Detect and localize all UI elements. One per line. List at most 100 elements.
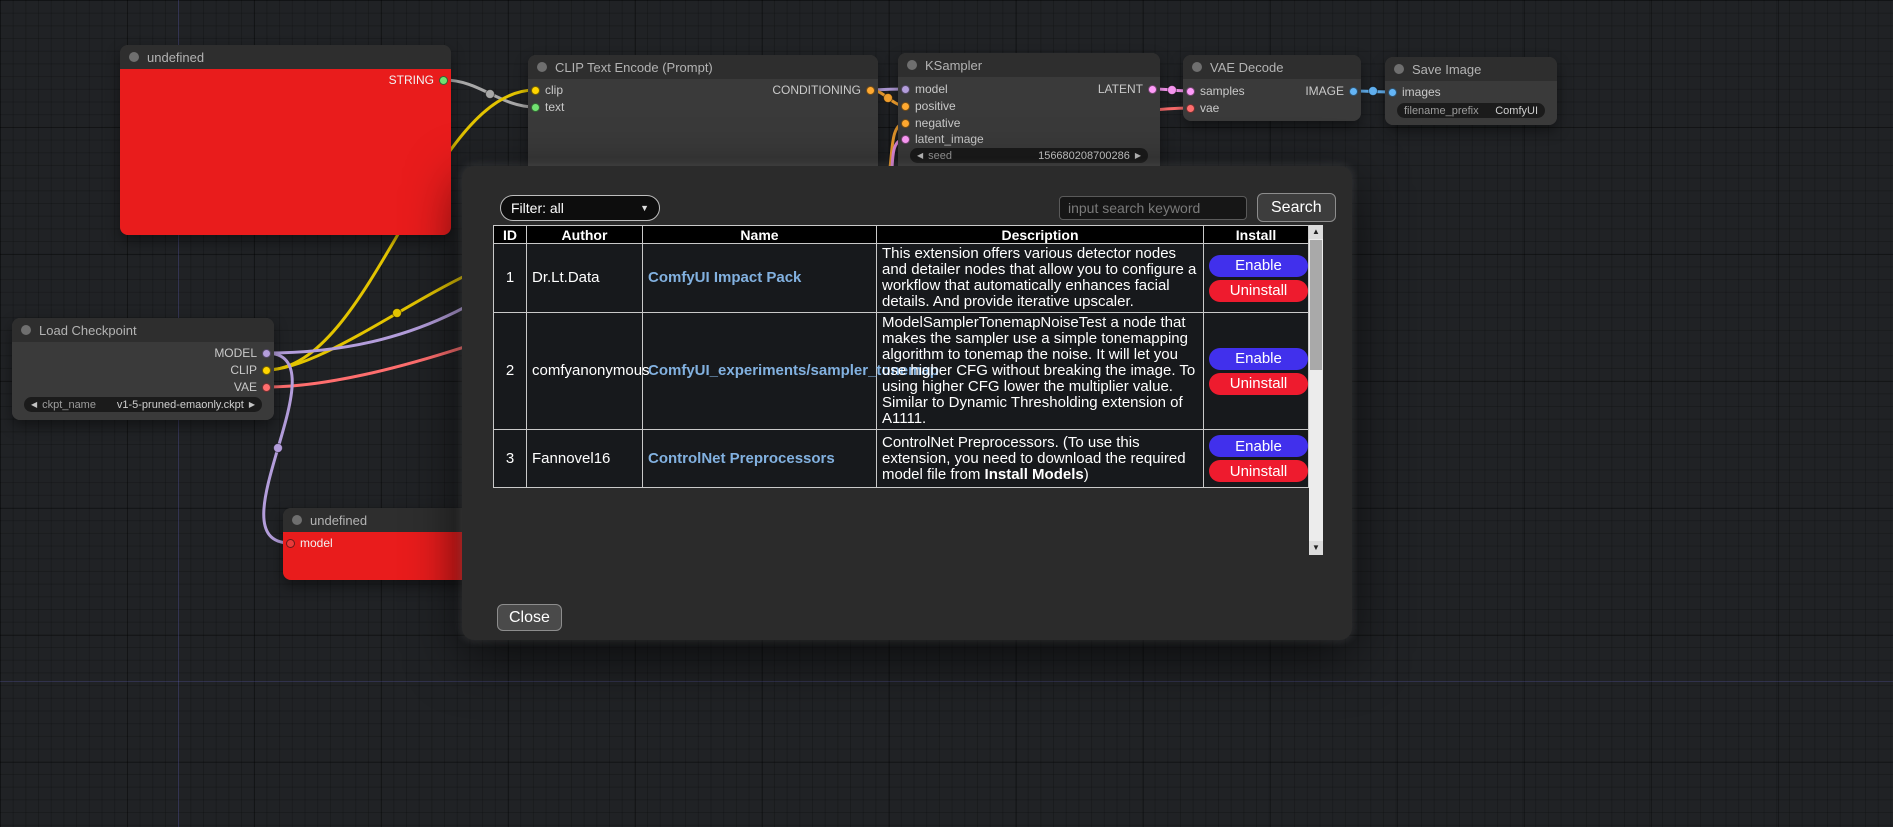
output-slot-conditioning[interactable]: CONDITIONING — [772, 82, 875, 98]
latent-image-slot-dot[interactable] — [901, 135, 910, 144]
increment-icon[interactable]: ▶ — [1135, 151, 1141, 160]
node-header[interactable]: CLIP Text Encode (Prompt) — [528, 55, 878, 79]
clip-slot-dot[interactable] — [262, 366, 271, 375]
input-slot-samples[interactable]: samples — [1186, 83, 1245, 99]
description-text: ) — [1084, 466, 1089, 483]
slot-label: vae — [1200, 101, 1219, 115]
previous-icon[interactable]: ◀ — [31, 400, 37, 409]
node-save-image[interactable]: Save Image images filename_prefix ComfyU… — [1385, 57, 1557, 125]
node-header[interactable]: Save Image — [1385, 57, 1557, 81]
input-slot-text[interactable]: text — [531, 99, 564, 115]
image-slot-dot[interactable] — [1349, 87, 1358, 96]
node-title: CLIP Text Encode (Prompt) — [555, 60, 713, 75]
filter-selected-value: Filter: all — [511, 200, 564, 216]
scroll-up-icon[interactable]: ▲ — [1309, 225, 1323, 239]
node-load-checkpoint[interactable]: Load Checkpoint MODEL CLIP VAE ◀ ckpt_na… — [12, 318, 274, 420]
enable-button[interactable]: Enable — [1209, 255, 1308, 277]
node-ksampler[interactable]: KSampler model positive negative latent_… — [898, 53, 1160, 173]
scroll-down-icon[interactable]: ▼ — [1309, 541, 1323, 555]
vae-slot-dot[interactable] — [1186, 104, 1195, 113]
conditioning-slot-dot[interactable] — [866, 86, 875, 95]
cell-description: This extension offers various detector n… — [877, 244, 1204, 313]
collapse-dot[interactable] — [537, 62, 547, 72]
widget-value[interactable]: v1-5-pruned-emaonly.ckpt — [117, 399, 244, 411]
enable-button[interactable]: Enable — [1209, 348, 1308, 370]
uninstall-button[interactable]: Uninstall — [1209, 373, 1308, 395]
slot-label: negative — [915, 116, 960, 130]
input-slot-positive[interactable]: positive — [901, 98, 956, 114]
decrement-icon[interactable]: ◀ — [917, 151, 923, 160]
uninstall-button[interactable]: Uninstall — [1209, 460, 1308, 482]
chevron-down-icon: ▼ — [640, 203, 649, 213]
positive-slot-dot[interactable] — [901, 102, 910, 111]
header-id: ID — [494, 226, 527, 244]
comfyui-app: { "icons": { "caret_down": "▼", "arrow_l… — [0, 0, 1893, 827]
node-vae-decode[interactable]: VAE Decode samples vae IMAGE — [1183, 55, 1361, 121]
widget-value[interactable]: ComfyUI — [1495, 105, 1538, 117]
output-slot-clip[interactable]: CLIP — [230, 362, 271, 378]
ckpt-name-widget[interactable]: ◀ ckpt_name v1-5-pruned-emaonly.ckpt ▶ — [24, 397, 262, 412]
collapse-dot[interactable] — [1394, 64, 1404, 74]
clip-slot-dot[interactable] — [531, 86, 540, 95]
output-slot-image[interactable]: IMAGE — [1305, 83, 1358, 99]
output-slot-string[interactable]: STRING — [389, 72, 448, 88]
filename-prefix-widget[interactable]: filename_prefix ComfyUI — [1397, 103, 1545, 118]
collapse-dot[interactable] — [1192, 62, 1202, 72]
negative-slot-dot[interactable] — [901, 119, 910, 128]
slot-label: CLIP — [230, 363, 257, 377]
collapse-dot[interactable] — [129, 52, 139, 62]
next-icon[interactable]: ▶ — [249, 400, 255, 409]
search-input[interactable] — [1059, 196, 1247, 220]
node-title: undefined — [147, 50, 204, 65]
node-header[interactable]: VAE Decode — [1183, 55, 1361, 79]
enable-button[interactable]: Enable — [1209, 435, 1308, 457]
widget-value[interactable]: 156680208700286 — [1038, 150, 1130, 162]
string-slot-dot[interactable] — [439, 76, 448, 85]
input-slot-model[interactable]: model — [286, 535, 333, 551]
search-button[interactable]: Search — [1257, 193, 1336, 222]
input-slot-model[interactable]: model — [901, 81, 948, 97]
images-slot-dot[interactable] — [1388, 88, 1397, 97]
header-install: Install — [1204, 226, 1309, 244]
output-slot-model[interactable]: MODEL — [214, 345, 271, 361]
node-header[interactable]: undefined — [120, 45, 451, 69]
collapse-dot[interactable] — [21, 325, 31, 335]
output-slot-latent[interactable]: LATENT — [1098, 81, 1157, 97]
collapse-dot[interactable] — [907, 60, 917, 70]
scrollbar-thumb[interactable] — [1310, 240, 1322, 370]
node-header[interactable]: KSampler — [898, 53, 1160, 77]
extensions-table-container: ID Author Name Description Install 1 Dr.… — [493, 225, 1322, 555]
table-scrollbar[interactable]: ▲ ▼ — [1309, 225, 1323, 555]
text-slot-dot[interactable] — [531, 103, 540, 112]
cell-author: comfyanonymous — [527, 313, 643, 430]
node-header[interactable]: Load Checkpoint — [12, 318, 274, 342]
widget-label: seed — [928, 150, 952, 162]
input-slot-vae[interactable]: vae — [1186, 100, 1219, 116]
collapse-dot[interactable] — [292, 515, 302, 525]
seed-widget[interactable]: ◀ seed 156680208700286 ▶ — [910, 148, 1148, 163]
model-slot-dot[interactable] — [262, 349, 271, 358]
input-slot-images[interactable]: images — [1388, 84, 1441, 100]
slot-label: positive — [915, 99, 956, 113]
extension-link[interactable]: ComfyUI Impact Pack — [648, 269, 801, 286]
custom-nodes-manager-dialog: Filter: all ▼ Search ID Author Name Desc… — [462, 166, 1352, 640]
input-slot-clip[interactable]: clip — [531, 82, 563, 98]
node-undefined-top[interactable]: undefined STRING — [120, 45, 451, 235]
input-slot-latent-image[interactable]: latent_image — [901, 131, 984, 147]
samples-slot-dot[interactable] — [1186, 87, 1195, 96]
widget-label: filename_prefix — [1404, 105, 1479, 117]
slot-label: IMAGE — [1305, 84, 1344, 98]
vae-slot-dot[interactable] — [262, 383, 271, 392]
node-title: undefined — [310, 513, 367, 528]
node-body-error — [120, 69, 451, 235]
close-button[interactable]: Close — [497, 604, 562, 631]
model-slot-dot[interactable] — [901, 85, 910, 94]
output-slot-vae[interactable]: VAE — [234, 379, 271, 395]
extension-link[interactable]: ControlNet Preprocessors — [648, 450, 835, 467]
model-slot-dot[interactable] — [286, 539, 295, 548]
latent-slot-dot[interactable] — [1148, 85, 1157, 94]
input-slot-negative[interactable]: negative — [901, 115, 960, 131]
filter-select[interactable]: Filter: all ▼ — [500, 195, 660, 221]
node-title: Save Image — [1412, 62, 1481, 77]
uninstall-button[interactable]: Uninstall — [1209, 280, 1308, 302]
